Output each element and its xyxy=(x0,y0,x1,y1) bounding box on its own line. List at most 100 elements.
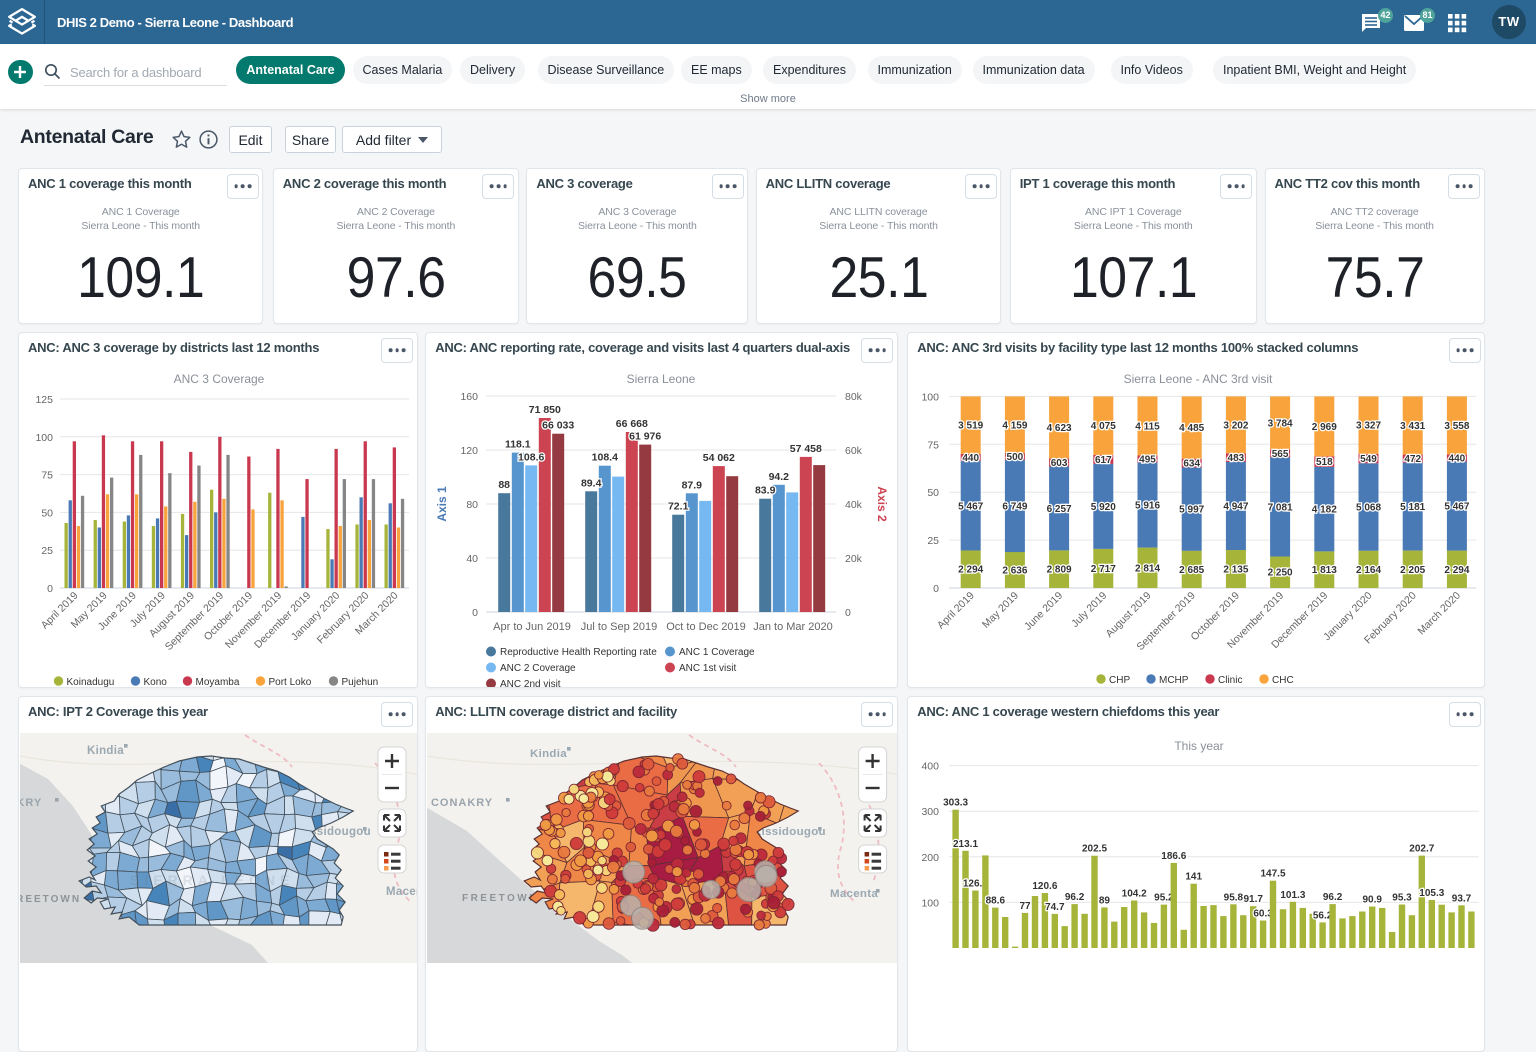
svg-text:75: 75 xyxy=(41,470,53,482)
svg-text:5 920: 5 920 xyxy=(1091,502,1116,513)
svg-text:440: 440 xyxy=(1449,454,1466,465)
svg-text:Oct to Dec 2019: Oct to Dec 2019 xyxy=(666,621,746,633)
svg-text:50: 50 xyxy=(928,487,940,499)
svg-text:Moyamba: Moyamba xyxy=(196,677,240,688)
svg-text:SIERRA LEONE: SIERRA LEONE xyxy=(130,872,295,888)
svg-text:Jan to Mar 2020: Jan to Mar 2020 xyxy=(753,621,833,633)
svg-text:96.2: 96.2 xyxy=(1323,892,1343,903)
svg-text:ANC 3 Coverage: ANC 3 Coverage xyxy=(174,372,265,386)
svg-text:57 458: 57 458 xyxy=(790,443,822,455)
svg-text:ANC 1st visit: ANC 1st visit xyxy=(679,663,736,674)
svg-text:74.7: 74.7 xyxy=(1045,902,1065,913)
svg-text:200: 200 xyxy=(922,852,940,864)
svg-text:108.6: 108.6 xyxy=(518,451,544,463)
svg-text:2 685: 2 685 xyxy=(1179,565,1204,576)
svg-text:Axis 1: Axis 1 xyxy=(435,486,449,522)
svg-text:4 182: 4 182 xyxy=(1312,505,1337,516)
svg-text:5 068: 5 068 xyxy=(1356,503,1381,514)
svg-text:634: 634 xyxy=(1184,459,1201,470)
svg-text:100: 100 xyxy=(35,432,53,444)
svg-text:147.5: 147.5 xyxy=(1261,869,1286,880)
svg-text:March 2020: March 2020 xyxy=(1416,590,1464,638)
svg-text:Sierra Leone - ANC 3rd visit: Sierra Leone - ANC 3rd visit xyxy=(1124,372,1273,386)
svg-text:96.2: 96.2 xyxy=(1065,892,1085,903)
svg-text:108.4: 108.4 xyxy=(592,452,618,464)
svg-text:2 969: 2 969 xyxy=(1312,422,1337,433)
svg-text:120: 120 xyxy=(461,445,479,457)
svg-text:4 623: 4 623 xyxy=(1047,423,1072,434)
svg-text:Macenta: Macenta xyxy=(386,886,418,898)
svg-text:4 159: 4 159 xyxy=(1003,420,1028,431)
svg-text:72.1: 72.1 xyxy=(668,501,689,513)
svg-text:87.9: 87.9 xyxy=(682,479,703,491)
svg-text:100: 100 xyxy=(922,391,940,403)
svg-text:186.6: 186.6 xyxy=(1161,851,1186,862)
svg-text:2 636: 2 636 xyxy=(1003,566,1028,577)
svg-text:202.5: 202.5 xyxy=(1082,844,1107,855)
svg-text:MCHP: MCHP xyxy=(1159,675,1189,686)
svg-text:June 2019: June 2019 xyxy=(1022,590,1065,633)
svg-text:88: 88 xyxy=(499,479,511,491)
svg-text:2 205: 2 205 xyxy=(1400,565,1425,576)
svg-text:6 749: 6 749 xyxy=(1003,502,1028,513)
svg-text:160: 160 xyxy=(461,391,479,403)
svg-text:ANC 2nd visit: ANC 2nd visit xyxy=(500,679,561,688)
svg-text:5 916: 5 916 xyxy=(1135,501,1160,512)
svg-text:104.2: 104.2 xyxy=(1122,889,1147,900)
svg-text:5 467: 5 467 xyxy=(958,501,983,512)
svg-text:This year: This year xyxy=(1175,739,1224,753)
svg-text:100: 100 xyxy=(922,897,940,909)
svg-text:40: 40 xyxy=(467,553,479,565)
svg-text:83.9: 83.9 xyxy=(755,485,776,497)
svg-text:2 294: 2 294 xyxy=(1445,565,1470,576)
svg-text:71 850: 71 850 xyxy=(529,404,561,416)
svg-text:549: 549 xyxy=(1360,454,1377,465)
svg-text:213.1: 213.1 xyxy=(953,839,978,850)
svg-text:202.7: 202.7 xyxy=(1409,844,1434,855)
svg-text:Apr to Jun 2019: Apr to Jun 2019 xyxy=(493,621,571,633)
svg-text:80k: 80k xyxy=(845,391,863,403)
svg-text:440: 440 xyxy=(963,453,980,464)
svg-text:6 257: 6 257 xyxy=(1047,504,1072,515)
svg-text:FREETOWN: FREETOWN xyxy=(20,894,81,905)
svg-text:472: 472 xyxy=(1405,454,1422,465)
svg-text:3 558: 3 558 xyxy=(1445,421,1470,432)
svg-text:3 327: 3 327 xyxy=(1356,421,1381,432)
svg-text:Axis 2: Axis 2 xyxy=(875,486,889,522)
svg-text:3 202: 3 202 xyxy=(1224,420,1249,431)
svg-text:3 431: 3 431 xyxy=(1400,421,1425,432)
svg-text:3 519: 3 519 xyxy=(958,421,983,432)
svg-text:4 947: 4 947 xyxy=(1224,502,1249,513)
svg-text:Koinadugu: Koinadugu xyxy=(67,677,115,688)
svg-text:Kindia: Kindia xyxy=(87,745,124,757)
svg-text:0: 0 xyxy=(472,607,478,619)
svg-text:2 250: 2 250 xyxy=(1268,568,1293,579)
svg-text:518: 518 xyxy=(1316,457,1333,468)
svg-text:4 485: 4 485 xyxy=(1179,423,1204,434)
svg-text:54 062: 54 062 xyxy=(703,452,735,464)
svg-text:25: 25 xyxy=(41,545,53,557)
svg-text:3 784: 3 784 xyxy=(1268,418,1293,429)
svg-text:118.1: 118.1 xyxy=(505,439,531,451)
svg-text:Clinic: Clinic xyxy=(1218,675,1242,686)
svg-text:0: 0 xyxy=(933,583,939,595)
svg-text:5 181: 5 181 xyxy=(1400,502,1425,513)
svg-text:Kindia: Kindia xyxy=(530,748,567,760)
svg-text:93.7: 93.7 xyxy=(1452,893,1472,904)
svg-text:101.3: 101.3 xyxy=(1281,890,1306,901)
svg-text:105.3: 105.3 xyxy=(1419,888,1444,899)
svg-text:1 813: 1 813 xyxy=(1312,565,1337,576)
svg-text:94.2: 94.2 xyxy=(769,471,790,483)
svg-text:2 717: 2 717 xyxy=(1091,564,1116,575)
svg-text:July 2019: July 2019 xyxy=(1069,590,1109,630)
svg-text:2 164: 2 164 xyxy=(1356,565,1381,576)
svg-text:303.3: 303.3 xyxy=(943,798,968,809)
svg-text:483: 483 xyxy=(1228,453,1245,464)
svg-text:617: 617 xyxy=(1095,455,1112,466)
svg-text:Macenta: Macenta xyxy=(830,888,878,900)
svg-text:April 2019: April 2019 xyxy=(935,590,977,632)
svg-text:CHP: CHP xyxy=(1109,675,1130,686)
svg-text:66 668: 66 668 xyxy=(616,418,648,430)
svg-text:4 075: 4 075 xyxy=(1091,421,1116,432)
svg-text:20k: 20k xyxy=(845,553,863,565)
